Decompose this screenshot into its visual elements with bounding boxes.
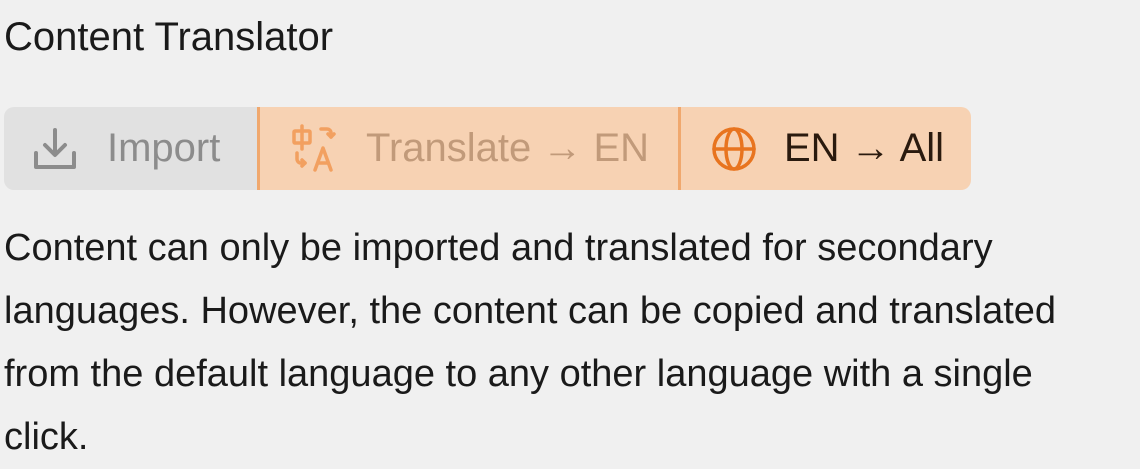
globe-icon [708,123,760,175]
import-button-label: Import [107,126,221,170]
import-button[interactable]: Import [4,107,257,190]
download-tray-icon [29,123,81,175]
translator-toolbar: Import Translate → EN EN → All [4,107,971,190]
translate-icon [289,123,341,175]
translate-en-to-all-button[interactable]: EN → All [681,107,971,190]
translate-to-en-button[interactable]: Translate → EN [257,107,681,190]
translate-en-to-all-label: EN → All [784,126,945,170]
translator-description: Content can only be imported and transla… [4,227,1057,458]
section-title: Content Translator [4,15,334,59]
translate-to-en-label: Translate → EN [366,126,650,170]
